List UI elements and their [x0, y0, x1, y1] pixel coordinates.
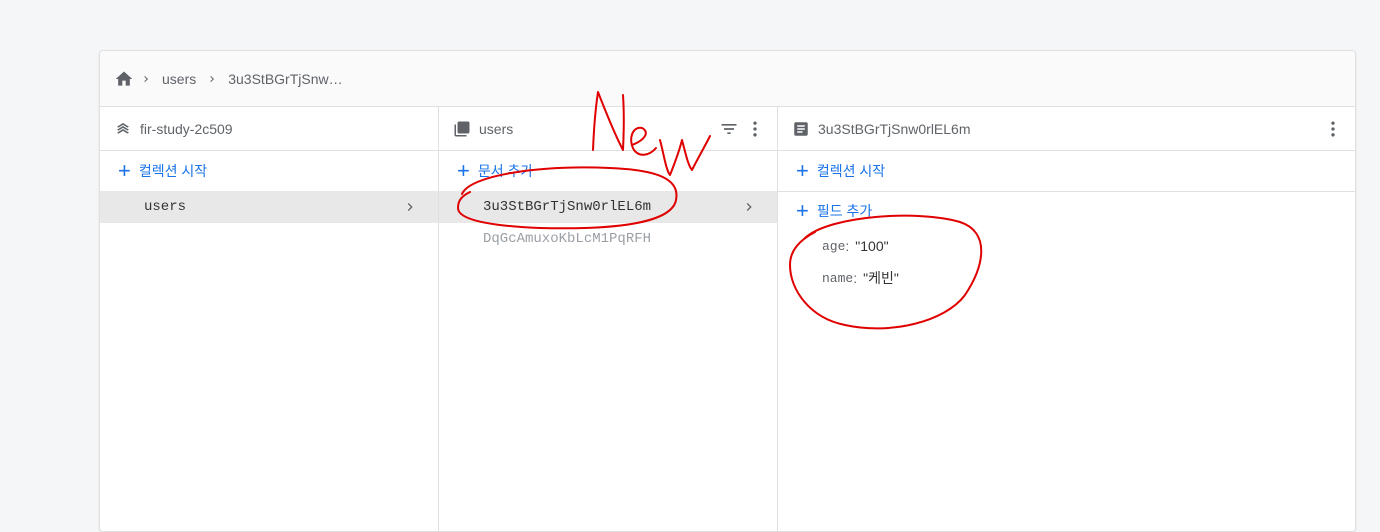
collection-icon	[453, 120, 471, 138]
add-document-label: 문서 추가	[477, 163, 534, 179]
collection-header: users	[439, 107, 777, 151]
plus-icon: +	[796, 198, 809, 223]
add-document-button[interactable]: + 문서 추가	[439, 151, 777, 191]
document-item-selected[interactable]: 3u3StBGrTjSnw0rlEL6m	[439, 191, 777, 223]
filter-icon[interactable]	[719, 119, 739, 139]
add-field-label: 필드 추가	[816, 203, 873, 219]
field-row[interactable]: age: "100"	[778, 230, 1355, 262]
project-column: fir-study-2c509 + 컬렉션 시작 users	[100, 107, 439, 531]
plus-icon: +	[796, 158, 809, 183]
firestore-panel: users 3u3StBGrTjSnw… fir-study-2c509 + 컬…	[99, 50, 1356, 532]
document-title: 3u3StBGrTjSnw0rlEL6m	[818, 120, 971, 137]
list-item-users[interactable]: users	[100, 191, 438, 223]
field-value: "100"	[855, 238, 889, 254]
plus-icon: +	[457, 158, 470, 183]
project-title: fir-study-2c509	[140, 120, 233, 137]
more-vert-icon[interactable]	[745, 119, 765, 139]
document-id: 3u3StBGrTjSnw0rlEL6m	[483, 199, 652, 215]
field-row[interactable]: name: "케빈"	[778, 262, 1355, 294]
project-header: fir-study-2c509	[100, 107, 438, 151]
plus-icon: +	[118, 158, 131, 183]
chevron-right-icon	[140, 73, 152, 85]
document-header: 3u3StBGrTjSnw0rlEL6m	[778, 107, 1355, 151]
chevron-right-icon	[206, 73, 218, 85]
firebase-stack-icon	[114, 120, 132, 138]
collection-title: users	[479, 120, 514, 137]
breadcrumb: users 3u3StBGrTjSnw…	[100, 51, 1355, 107]
collection-column: users + 문서 추가 3u3StBGrTjSnw0rlEL6m DqGcA…	[439, 107, 778, 531]
field-key: age	[822, 238, 846, 254]
document-column: 3u3StBGrTjSnw0rlEL6m + 컬렉션 시작 + 필드 추가 ag…	[778, 107, 1355, 531]
more-vert-icon[interactable]	[1323, 119, 1343, 139]
chevron-right-icon	[741, 191, 757, 223]
home-icon[interactable]	[114, 69, 134, 89]
document-id: DqGcAmuxoKbLcM1PqRFH	[483, 231, 652, 247]
start-collection-label: 컬렉션 시작	[138, 163, 208, 179]
field-key: name	[822, 270, 854, 286]
start-collection-button[interactable]: + 컬렉션 시작	[100, 151, 438, 191]
start-subcollection-button[interactable]: + 컬렉션 시작	[778, 151, 1355, 192]
start-subcollection-label: 컬렉션 시작	[816, 163, 886, 179]
chevron-right-icon	[402, 191, 418, 223]
document-icon	[792, 120, 810, 138]
breadcrumb-document[interactable]: 3u3StBGrTjSnw…	[228, 71, 342, 87]
list-item-label: users	[144, 199, 187, 215]
add-field-button[interactable]: + 필드 추가	[778, 192, 1355, 230]
document-item[interactable]: DqGcAmuxoKbLcM1PqRFH	[439, 223, 777, 255]
breadcrumb-collection[interactable]: users	[162, 71, 196, 87]
field-value: "케빈"	[863, 270, 899, 286]
